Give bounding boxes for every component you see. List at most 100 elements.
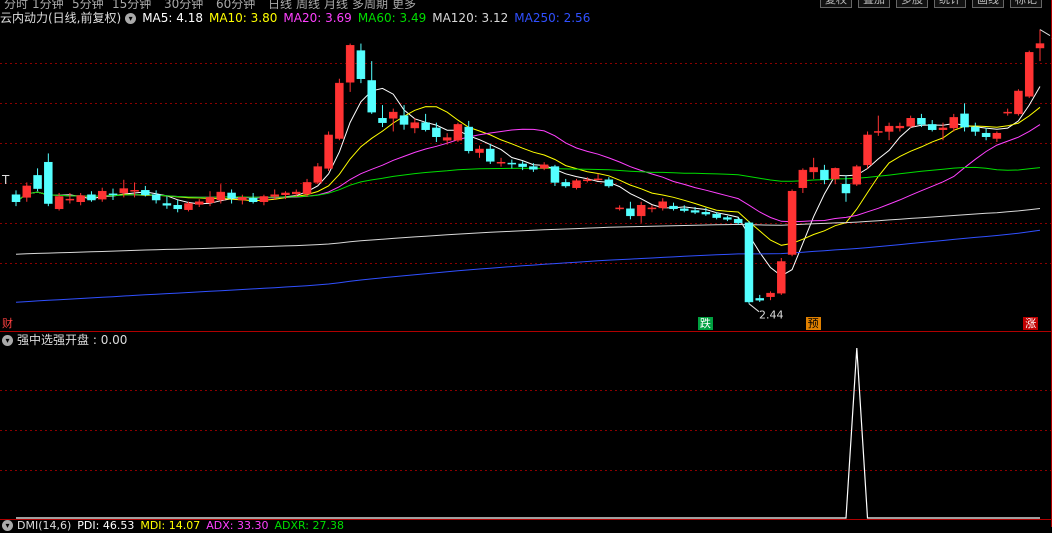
candle-body [884,125,894,132]
settings-circle-icon[interactable]: ▾ [125,12,137,24]
candle-body [11,194,21,203]
candle-body [949,117,959,129]
candle-body [830,168,840,180]
candle-body [475,148,484,153]
candle-body [44,161,53,204]
candle-body [906,118,915,127]
ma-line-ma20 [15,124,1041,223]
sub-indicator-line [16,347,1040,519]
candle-body [442,137,452,141]
candle-body [108,193,118,196]
candle-body [367,80,376,113]
signal-marker[interactable]: 预 [805,317,821,330]
candle-body [399,115,409,125]
ma-legend-item: MA20: 3.69 [283,11,352,25]
candle-body [981,132,991,137]
candle-body [518,163,527,167]
candle-body [65,198,75,201]
candle-body [130,190,139,192]
ma-legend-item: MA10: 3.80 [208,11,278,25]
candle-body [1014,90,1023,115]
candle-body [593,178,603,181]
candle-body [259,196,269,203]
candle-body [755,298,764,301]
candle-body [22,185,32,198]
candle-body [658,201,667,209]
candle-body [270,194,279,197]
bottom-indicator-item: MDI: 14.07 [140,519,201,532]
candle-body [151,194,161,201]
stock-title[interactable]: 云内动力(日线,前复权) [0,11,121,25]
bottom-indicator-item: ADXR: 27.38 [274,519,344,532]
candle-body [119,188,129,194]
ma-line-ma250 [15,229,1041,303]
candle-body [1035,43,1045,49]
candle-body [194,201,204,205]
ma-line-ma120 [15,208,1041,255]
bottom-settings-circle-icon[interactable]: ▾ [2,520,13,531]
candle-body [421,122,430,130]
candle-body [1024,52,1034,97]
ma-legend: MA5: 4.18 MA10: 3.80 MA20: 3.69 MA60: 3.49 M… [142,11,596,25]
candle-body [529,166,538,170]
ma-legend-item: MA60: 3.49 [357,11,427,25]
candle-body [227,192,236,199]
bottom-indicator-item: ADX: 33.30 [206,519,269,532]
chart-canvas[interactable]: 5.402.44T [0,0,1052,527]
candle-body [604,179,614,187]
sub-indicator-colon: : [89,333,101,347]
candle-body [787,190,797,255]
candle-body [87,194,96,201]
candle-body [992,132,1002,139]
candle-body [712,213,721,218]
candle-body [33,175,42,189]
candle-body [496,161,506,164]
candle-body [917,118,926,125]
candle-body [680,208,689,211]
candle-body [216,191,226,201]
candle-body [453,124,463,141]
candle-body [971,126,980,132]
candle-body [863,134,872,166]
sub-indicator-value: 0.00 [100,333,128,347]
candle-body [852,166,862,185]
candle-body [798,169,808,188]
candle-body [205,197,215,203]
signal-marker[interactable]: 跌 [697,317,713,330]
candle-body [248,197,258,203]
candle-body [572,180,581,188]
candle-body [927,124,937,130]
candle-body [733,219,743,224]
candle-body [97,190,107,200]
candle-body [636,205,646,217]
candle-body [960,113,969,128]
candle-body [820,169,829,181]
candle-body [539,164,549,169]
candle-body [701,212,711,215]
ma-legend-item: MA5: 4.18 [142,11,203,25]
bottom-indicator-header: ▾ DMI(14,6) PDI: 46.53 MDI: 14.07 ADX: 33.30… [0,519,350,532]
sub-indicator-title[interactable]: 强中选强开盘 [17,333,89,347]
candle-body [669,205,678,210]
candle-body [162,203,172,206]
bottom-indicator-items: PDI: 46.53 MDI: 14.07 ADX: 33.30 ADXR: 27.3… [77,519,350,532]
main-chart-header: 云内动力(日线,前复权) ▾ MA5: 4.18 MA10: 3.80 MA20: 3.… [0,10,1052,26]
candle-body [281,192,290,195]
candle-body [744,222,754,303]
signal-marker[interactable]: 涨 [1023,317,1039,330]
candle-body [583,179,592,182]
candle-body [486,148,495,162]
candle-body [626,208,635,217]
candle-body [432,127,441,137]
candle-body [378,118,387,123]
left-marker: T [1,173,10,187]
candle-body [173,205,182,210]
candle-body [561,182,570,187]
sub-settings-circle-icon[interactable]: ▾ [2,334,13,346]
bottom-indicator-name[interactable]: DMI(14,6) [17,519,71,532]
candle-body [184,203,193,210]
sub-chart-header: ▾ 强中选强开盘 : 0.00 [0,332,127,348]
ma-legend-item: MA120: 3.12 [432,11,509,25]
signal-marker[interactable]: 财 [0,317,15,330]
candle-body [76,195,85,203]
